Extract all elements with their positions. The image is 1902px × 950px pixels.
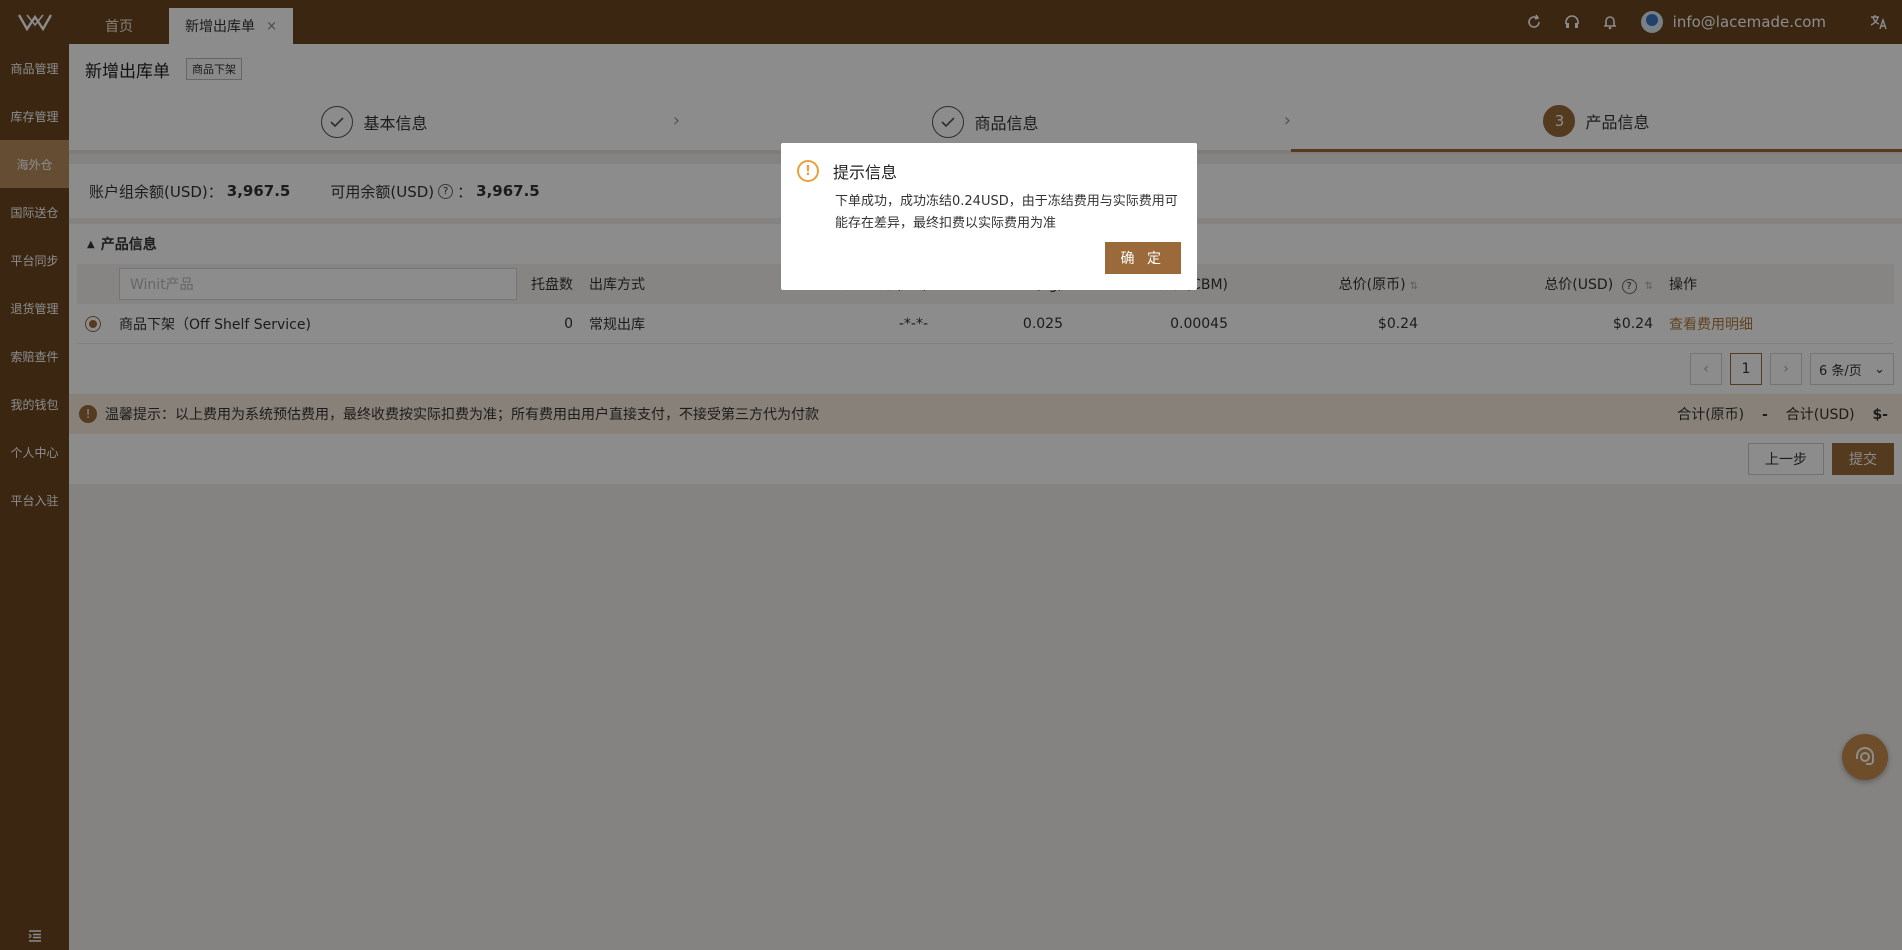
info-dialog: ! 提示信息 下单成功，成功冻结0.24USD，由于冻结费用与实际费用可能存在差… <box>781 143 1197 290</box>
warning-icon: ! <box>797 160 819 182</box>
confirm-button[interactable]: 确 定 <box>1104 242 1181 274</box>
dialog-message: 下单成功，成功冻结0.24USD，由于冻结费用与实际费用可能存在差异，最终扣费以… <box>835 194 1178 231</box>
dialog-title: 提示信息 <box>833 163 898 182</box>
